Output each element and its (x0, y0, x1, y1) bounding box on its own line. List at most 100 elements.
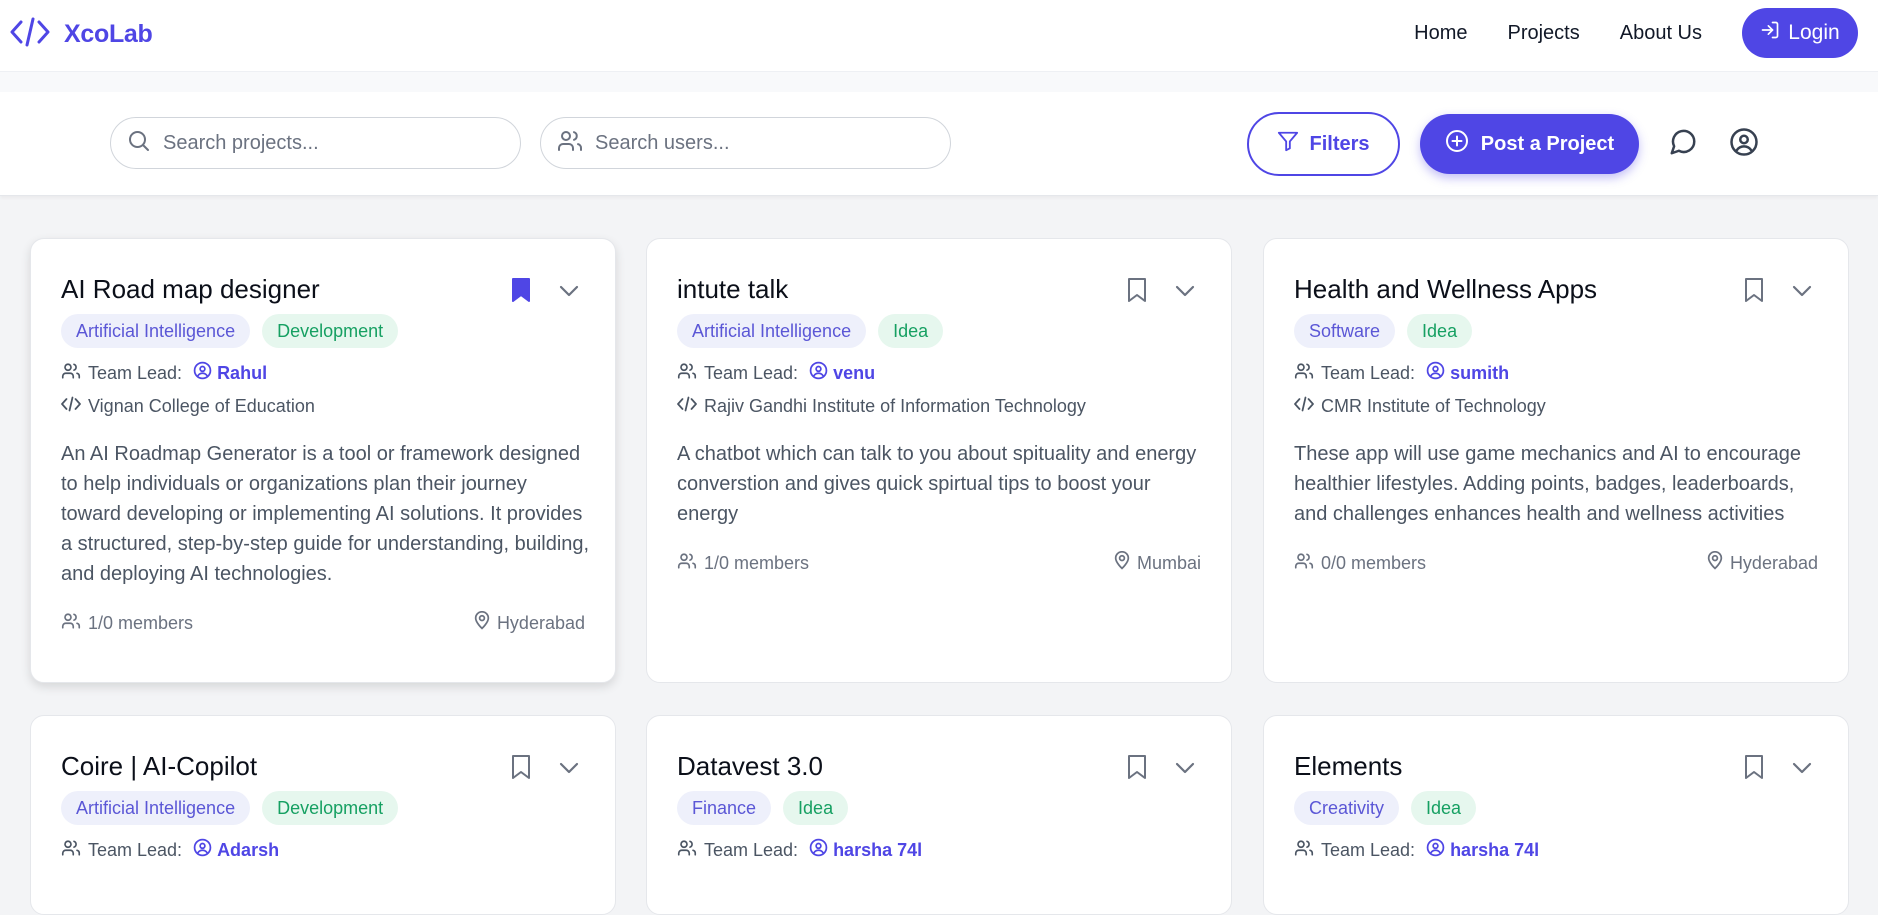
team-icon (61, 839, 81, 862)
nav-home-link[interactable]: Home (1414, 22, 1467, 45)
user-search-box[interactable] (540, 117, 951, 169)
filters-button[interactable]: Filters (1247, 112, 1400, 176)
team-icon (1294, 839, 1314, 862)
bookmark-icon[interactable] (1742, 754, 1768, 782)
project-description: These app will use game mechanics and AI… (1294, 443, 1801, 525)
post-project-button[interactable]: Post a Project (1420, 114, 1639, 174)
chevron-down-icon[interactable] (1790, 758, 1816, 780)
category-tag[interactable]: Artificial Intelligence (61, 314, 251, 348)
category-tag[interactable]: Finance (677, 791, 772, 825)
user-search-input[interactable] (595, 131, 935, 155)
user-circle-icon (809, 361, 828, 385)
project-title[interactable]: intute talk (677, 274, 788, 305)
stage-tag[interactable]: Development (262, 791, 399, 825)
team-lead-row: Team Lead: venu (677, 361, 875, 385)
chevron-down-icon[interactable] (557, 281, 583, 303)
institute-name: Vignan College of Education (88, 396, 315, 416)
team-lead-link[interactable]: sumith (1426, 361, 1509, 385)
stage-tag[interactable]: Idea (783, 791, 849, 825)
code-icon (10, 17, 50, 52)
team-lead-label: Team Lead: (88, 362, 183, 383)
chevron-down-icon[interactable] (1173, 758, 1199, 780)
project-card[interactable]: Elements Creativity Idea Team Lead: hars… (1263, 715, 1849, 915)
team-lead-link[interactable]: Adarsh (193, 838, 279, 862)
login-button[interactable]: Login (1742, 8, 1858, 58)
project-title[interactable]: Datavest 3.0 (677, 751, 823, 782)
user-circle-icon (1426, 361, 1445, 385)
user-circle-icon (1426, 838, 1445, 862)
stage-tag[interactable]: Idea (878, 314, 944, 348)
project-description: An AI Roadmap Generator is a tool or fra… (61, 443, 590, 585)
chevron-down-icon[interactable] (557, 758, 583, 780)
project-title[interactable]: Health and Wellness Apps (1294, 274, 1597, 305)
team-lead-row: Team Lead: sumith (1294, 361, 1509, 385)
team-icon (677, 362, 697, 385)
nav-about-link[interactable]: About Us (1620, 22, 1702, 45)
map-pin-icon (1114, 550, 1130, 575)
card-footer: 1/0 members Mumbai (677, 550, 1201, 575)
project-card[interactable]: intute talk Artificial Intelligence Idea… (646, 238, 1232, 683)
brand-logo-link[interactable]: XcoLab (10, 14, 153, 54)
search-icon (127, 129, 151, 158)
bookmark-icon[interactable] (1742, 277, 1768, 305)
category-tag[interactable]: Software (1294, 314, 1396, 348)
stage-tag[interactable]: Idea (1411, 791, 1477, 825)
category-tag[interactable]: Artificial Intelligence (677, 314, 867, 348)
bookmark-icon[interactable] (1125, 754, 1151, 782)
users-icon (557, 129, 583, 158)
nav-links: Home Projects About Us Login (1414, 8, 1858, 58)
user-circle-icon (193, 838, 212, 862)
team-lead-row: Team Lead: Adarsh (61, 838, 279, 862)
post-project-label: Post a Project (1480, 132, 1615, 155)
location: Mumbai (1114, 550, 1201, 575)
filter-icon (1277, 130, 1299, 158)
project-card[interactable]: AI Road map designer Artificial Intellig… (30, 238, 616, 683)
project-title[interactable]: Elements (1294, 751, 1402, 782)
bookmark-icon[interactable] (1125, 277, 1151, 305)
team-lead-link[interactable]: venu (809, 361, 875, 385)
stage-tag[interactable]: Idea (1407, 314, 1473, 348)
team-lead-link[interactable]: Rahul (193, 361, 267, 385)
tag-list: Artificial Intelligence Development (61, 314, 399, 348)
team-lead-name: sumith (1450, 362, 1510, 383)
team-lead-row: Team Lead: Rahul (61, 361, 267, 385)
profile-button[interactable] (1726, 126, 1762, 162)
stage-tag[interactable]: Development (262, 314, 399, 348)
bookmark-icon[interactable] (509, 754, 535, 782)
team-lead-link[interactable]: harsha 74l (1426, 838, 1539, 862)
location: Hyderabad (1707, 550, 1818, 575)
code-icon (61, 396, 81, 417)
project-card[interactable]: Health and Wellness Apps Software Idea T… (1263, 238, 1849, 683)
category-tag[interactable]: Artificial Intelligence (61, 791, 251, 825)
chevron-down-icon[interactable] (1173, 281, 1199, 303)
login-label: Login (1788, 21, 1840, 44)
tag-list: Creativity Idea (1294, 791, 1477, 825)
team-lead-link[interactable]: harsha 74l (809, 838, 922, 862)
brand-title: XcoLab (64, 19, 153, 48)
card-footer: 0/0 members Hyderabad (1294, 550, 1818, 575)
team-lead-label: Team Lead: (704, 839, 799, 860)
team-lead-name: Rahul (217, 362, 268, 383)
card-footer: 1/0 members Hyderabad (61, 610, 585, 635)
messages-button[interactable] (1665, 126, 1701, 162)
team-lead-name: venu (833, 362, 876, 383)
project-description: A chatbot which can talk to you about sp… (677, 443, 1197, 525)
bookmark-filled-icon[interactable] (509, 277, 535, 305)
project-search-box[interactable] (110, 117, 521, 169)
project-title[interactable]: AI Road map designer (61, 274, 320, 305)
project-card[interactable]: Coire | AI-Copilot Artificial Intelligen… (30, 715, 616, 915)
login-icon (1760, 20, 1780, 46)
chevron-down-icon[interactable] (1790, 281, 1816, 303)
team-lead-name: harsha 74l (833, 839, 923, 860)
nav-projects-link[interactable]: Projects (1507, 22, 1579, 45)
institute-row: CMR Institute of Technology (1294, 396, 1546, 417)
filters-label: Filters (1309, 132, 1370, 155)
team-lead-label: Team Lead: (704, 362, 799, 383)
project-search-input[interactable] (163, 131, 503, 155)
team-lead-row: Team Lead: harsha 74l (1294, 838, 1539, 862)
location: Hyderabad (474, 610, 585, 635)
project-card[interactable]: Datavest 3.0 Finance Idea Team Lead: har… (646, 715, 1232, 915)
category-tag[interactable]: Creativity (1294, 791, 1400, 825)
tag-list: Artificial Intelligence Idea (677, 314, 944, 348)
project-title[interactable]: Coire | AI-Copilot (61, 751, 257, 782)
